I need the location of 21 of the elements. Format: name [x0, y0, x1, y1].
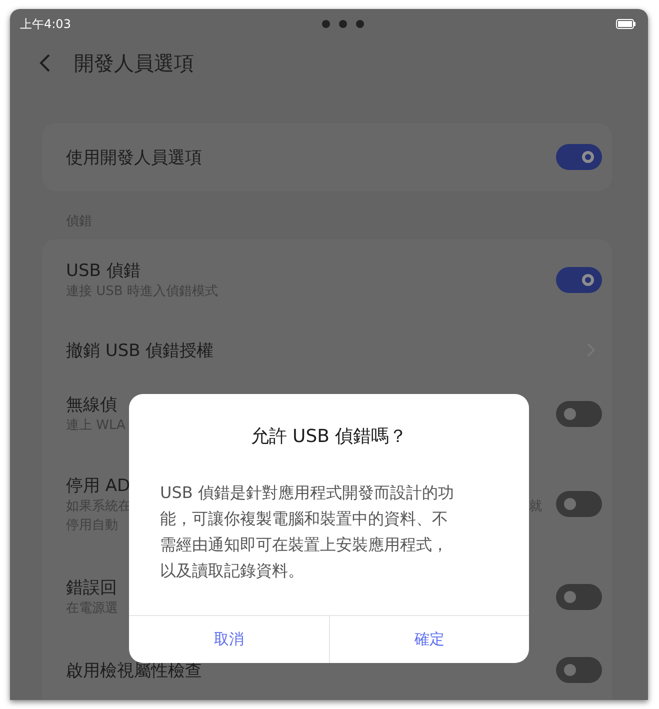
dialog-message: USB 偵錯是針對應用程式開發而設計的功 能，可讓你複製電腦和裝置中的資料、不 需經由通知即可在裝置上安裝應用程式， 以及讀取記錄資料。 [160, 482, 454, 582]
setting-label: 停用 AD [66, 474, 130, 496]
toggle-switch[interactable] [556, 657, 602, 683]
battery-icon [616, 19, 636, 29]
toggle-switch[interactable] [556, 491, 602, 517]
toggle-switch[interactable] [556, 267, 602, 293]
setting-label: 錯誤回 [66, 577, 117, 599]
setting-label: 撤銷 USB 偵錯授權 [66, 340, 214, 362]
setting-label: 使用開發人員選項 [66, 146, 202, 168]
status-time: 上午4:03 [20, 16, 71, 32]
toggle-switch[interactable] [556, 401, 602, 427]
back-icon[interactable] [38, 53, 52, 73]
toggle-switch[interactable] [556, 584, 602, 610]
cancel-button[interactable]: 取消 [129, 616, 328, 663]
setting-label: USB 偵錯 [66, 260, 140, 282]
page-title: 開發人員選項 [74, 50, 194, 76]
confirm-button[interactable]: 確定 [328, 616, 529, 663]
toggle-switch[interactable] [556, 144, 602, 170]
setting-label: 無線偵 [66, 394, 117, 416]
dialog-title: 允許 USB 偵錯嗎？ [250, 426, 408, 447]
camera-dots-icon [321, 19, 366, 29]
